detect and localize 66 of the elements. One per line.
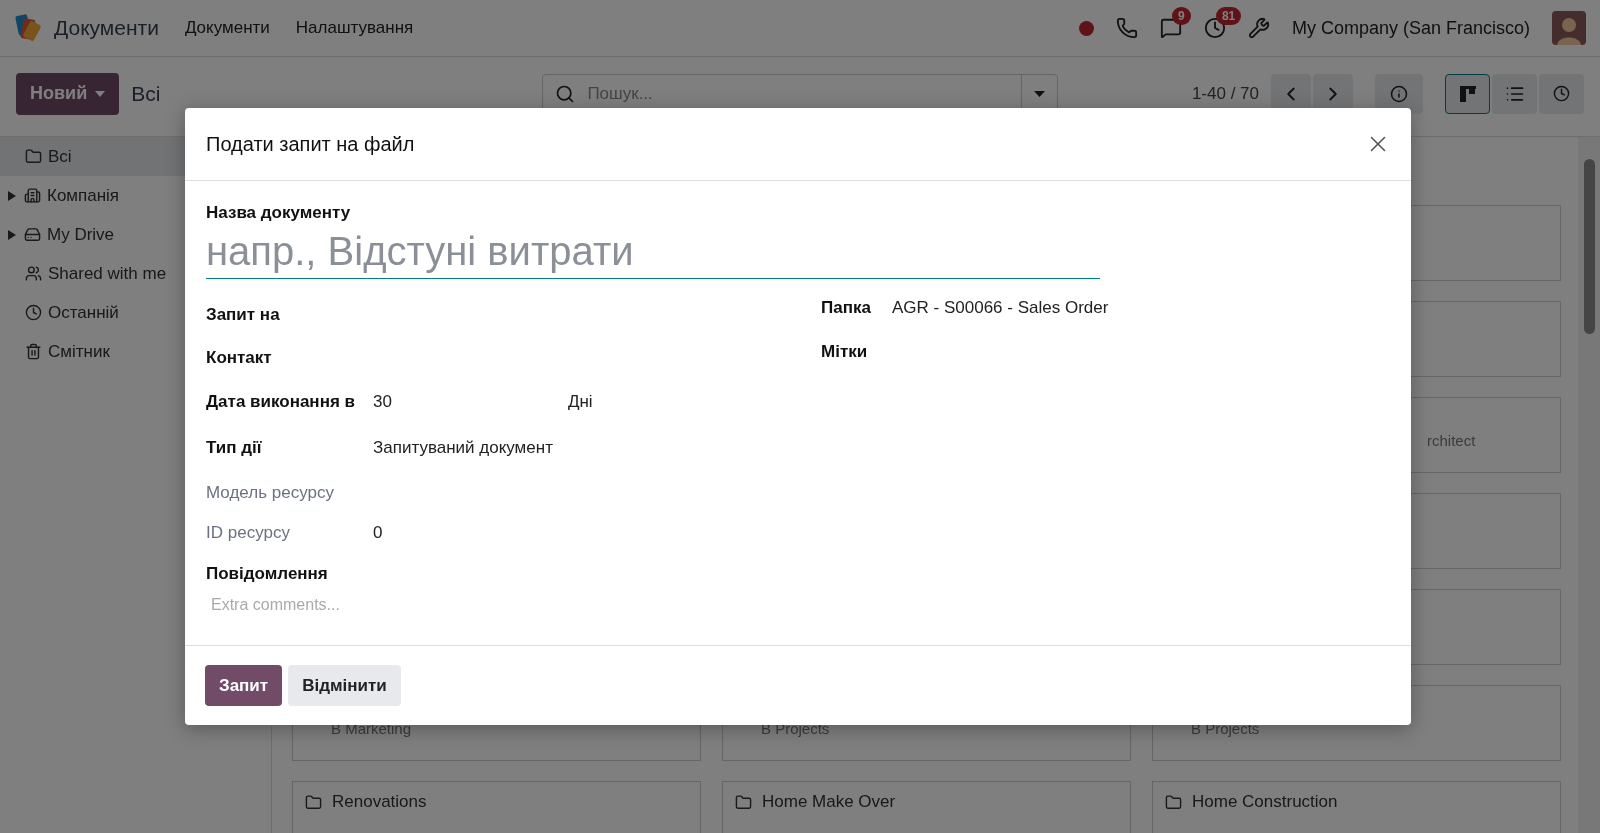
info-button[interactable] xyxy=(1375,73,1423,114)
trash-icon xyxy=(25,343,42,360)
view-switch-button[interactable] xyxy=(1492,73,1537,114)
info-icon xyxy=(1390,84,1408,103)
scrollbar-thumb[interactable] xyxy=(1584,159,1595,334)
cancel-button[interactable]: Відмінити xyxy=(288,665,401,706)
field-label: ID ресурсу xyxy=(206,523,290,543)
sidebar-label: Shared with me xyxy=(48,263,167,284)
notification-badge: 81 xyxy=(1215,7,1242,25)
caret-icon xyxy=(95,90,106,97)
phone-icon[interactable] xyxy=(1115,17,1138,39)
building-icon xyxy=(24,187,41,204)
card-subtitle: rchitect xyxy=(1426,432,1477,449)
search-input[interactable]: Пошук... xyxy=(585,82,1012,105)
sidebar-label: My Drive xyxy=(47,224,115,245)
clock-icon xyxy=(25,304,42,321)
field-value[interactable]: 30 xyxy=(373,392,392,412)
menu-item[interactable]: Документи xyxy=(184,18,270,38)
breadcrumb: Всі xyxy=(131,81,161,106)
clock-icon xyxy=(1553,85,1570,102)
recording-dot-icon[interactable] xyxy=(1078,20,1094,36)
folder-icon xyxy=(735,793,752,811)
tools-icon[interactable] xyxy=(1247,17,1270,39)
drive-icon xyxy=(24,226,41,243)
kanban-card[interactable]: Home Construction xyxy=(1152,781,1561,833)
expand-caret-icon xyxy=(8,190,16,201)
menu-item[interactable]: Налаштування xyxy=(295,18,414,38)
field-label: Тип дії xyxy=(206,438,262,458)
field-value[interactable]: Запитуваний документ xyxy=(373,438,553,458)
app-logo-icon[interactable] xyxy=(14,13,42,43)
search-icon xyxy=(555,83,576,104)
folder-icon xyxy=(25,148,42,165)
field-label: Контакт xyxy=(206,347,272,368)
kanban-card[interactable]: Home Make Over xyxy=(722,781,1131,833)
pager-value[interactable]: 1-40 / 70 xyxy=(1191,83,1259,104)
unit-label: Дні xyxy=(567,392,593,412)
field-label: Повідомлення xyxy=(206,564,328,583)
view-switch-button[interactable] xyxy=(1445,73,1490,114)
card-title: Home Make Over xyxy=(762,792,896,812)
field-label: Папка xyxy=(821,298,871,318)
sidebar-label: Останній xyxy=(48,302,119,323)
sidebar-label: Компанія xyxy=(47,185,120,206)
expand-caret-icon xyxy=(8,229,16,240)
field-label: Назва документу xyxy=(206,203,352,223)
field-label: Дата виконання в xyxy=(206,392,355,412)
field-label: Запит на xyxy=(206,304,280,325)
card-title: Renovations xyxy=(332,792,427,812)
sidebar-label: Всі xyxy=(48,146,72,167)
field-label: Мітки xyxy=(821,342,868,362)
view-switch-button[interactable] xyxy=(1539,73,1584,114)
kanban-card[interactable]: Renovations xyxy=(292,781,701,833)
field-label: Модель ресурсу xyxy=(206,482,334,503)
folder-icon xyxy=(1165,793,1182,811)
request-button[interactable]: Запит xyxy=(205,665,283,706)
users-icon xyxy=(25,265,42,282)
new-button[interactable]: Новий xyxy=(16,72,120,115)
sidebar-label: Смітник xyxy=(48,341,110,362)
kanban-icon xyxy=(1458,84,1477,103)
field-value[interactable]: AGR - S00066 - Sales Order xyxy=(892,298,1109,318)
notification-badge: 9 xyxy=(1171,7,1191,25)
caret-icon xyxy=(1034,90,1046,97)
folder-icon xyxy=(305,793,322,811)
app-name[interactable]: Документи xyxy=(54,16,159,40)
field-value[interactable]: 0 xyxy=(373,523,383,543)
card-title: Home Construction xyxy=(1192,792,1338,812)
company-name[interactable]: My Company (San Francisco) xyxy=(1291,17,1530,39)
